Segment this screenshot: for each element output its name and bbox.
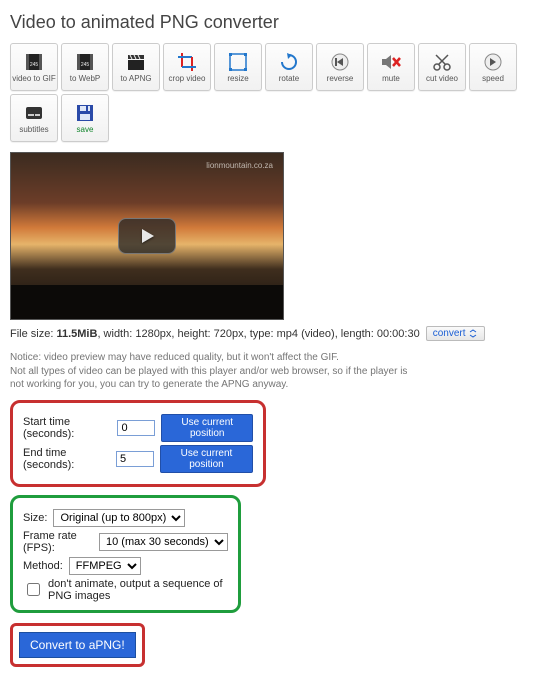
speed-icon [482, 51, 504, 73]
clapper-icon [125, 51, 147, 73]
tool-to-webp[interactable]: 245 to WebP [61, 43, 109, 91]
tool-video-to-gif[interactable]: 245 video to GIF [10, 43, 58, 91]
arrows-icon [469, 329, 478, 338]
svg-text:245: 245 [30, 62, 39, 68]
convert-link[interactable]: convert [426, 326, 485, 341]
sequence-label: don't animate, output a sequence of PNG … [48, 578, 228, 602]
rotate-icon [278, 51, 300, 73]
play-button[interactable] [118, 218, 176, 254]
end-time-label: End time (seconds): [23, 447, 110, 471]
end-time-input[interactable] [116, 451, 154, 467]
scissors-icon [431, 51, 453, 73]
notice-text: Notice: video preview may have reduced q… [10, 351, 410, 392]
convert-block: Convert to aPNG! [10, 623, 145, 667]
play-icon [138, 227, 156, 245]
size-select[interactable]: Original (up to 800px) [53, 509, 185, 527]
tool-resize[interactable]: resize [214, 43, 262, 91]
page-title: Video to animated PNG converter [10, 12, 540, 33]
crop-icon [176, 51, 198, 73]
toolbar: 245 video to GIF 245 to WebP to APNG cro… [10, 43, 540, 142]
start-use-pos-button[interactable]: Use current position [161, 414, 253, 442]
tool-speed[interactable]: speed [469, 43, 517, 91]
resize-icon [227, 51, 249, 73]
method-label: Method: [23, 560, 63, 572]
file-size: 11.5MiB [56, 328, 97, 340]
tool-cut-video[interactable]: cut video [418, 43, 466, 91]
film-icon: 245 [74, 51, 96, 73]
end-use-pos-button[interactable]: Use current position [160, 445, 253, 473]
tool-to-apng[interactable]: to APNG [112, 43, 160, 91]
tool-mute[interactable]: mute [367, 43, 415, 91]
floppy-icon [74, 102, 96, 124]
svg-text:245: 245 [81, 62, 90, 68]
convert-to-apng-button[interactable]: Convert to aPNG! [19, 632, 136, 658]
watermark: lionmountain.co.za [206, 161, 273, 170]
fps-label: Frame rate (FPS): [23, 530, 93, 554]
tool-crop-video[interactable]: crop video [163, 43, 211, 91]
mute-icon [380, 51, 402, 73]
subtitles-icon [23, 102, 45, 124]
reverse-icon [329, 51, 351, 73]
film-icon: 245 [23, 51, 45, 73]
start-time-input[interactable] [117, 420, 155, 436]
sequence-checkbox[interactable] [27, 583, 40, 596]
fps-select[interactable]: 10 (max 30 seconds) [99, 533, 228, 551]
start-time-label: Start time (seconds): [23, 416, 111, 440]
video-preview[interactable]: lionmountain.co.za [10, 152, 284, 320]
tool-reverse[interactable]: reverse [316, 43, 364, 91]
time-block: Start time (seconds): Use current positi… [10, 400, 266, 487]
tool-rotate[interactable]: rotate [265, 43, 313, 91]
method-select[interactable]: FFMPEG [69, 557, 141, 575]
size-label: Size: [23, 512, 47, 524]
options-block: Size: Original (up to 800px) Frame rate … [10, 495, 241, 613]
file-meta: File size: 11.5MiB, width: 1280px, heigh… [10, 326, 540, 341]
tool-subtitles[interactable]: subtitles [10, 94, 58, 142]
tool-save[interactable]: save [61, 94, 109, 142]
